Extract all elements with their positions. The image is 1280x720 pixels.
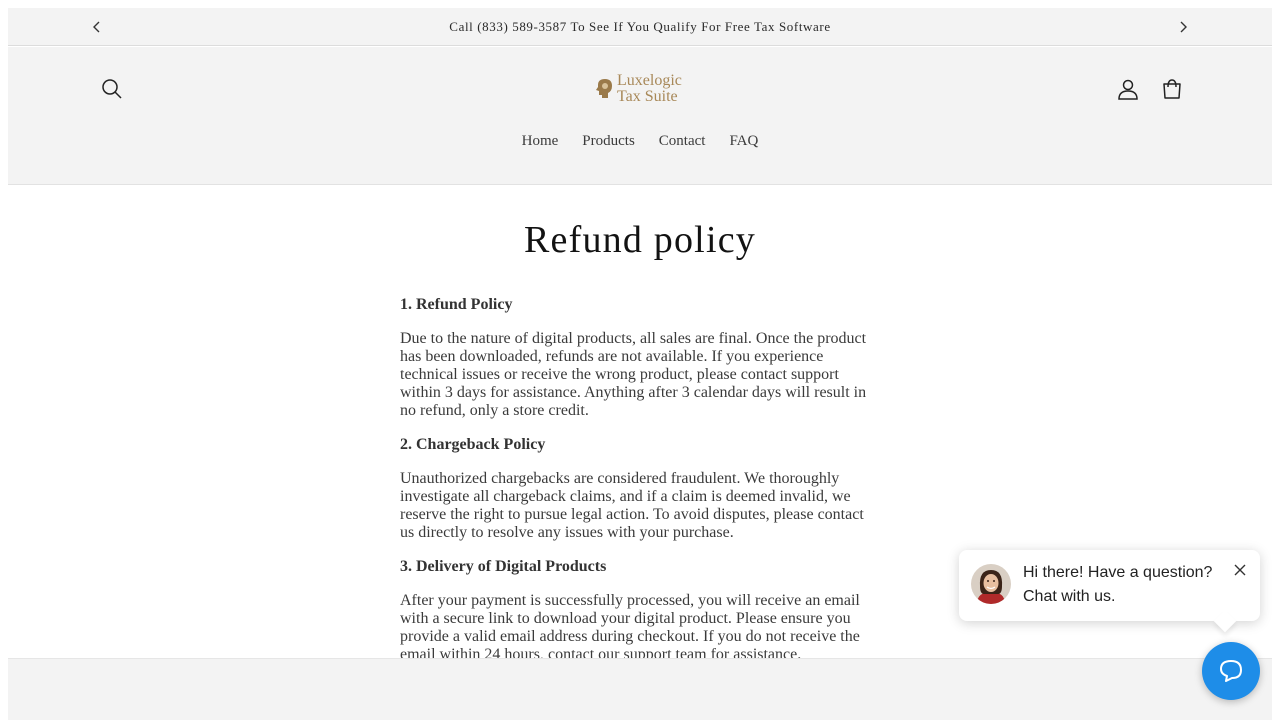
announcement-bar: Call (833) 589-3587 To See If You Qualif… xyxy=(8,8,1272,46)
main-nav: Home Products Contact FAQ xyxy=(8,133,1272,150)
chat-message: Hi there! Have a question? Chat with us. xyxy=(1023,564,1213,605)
chat-popup[interactable]: Hi there! Have a question? Chat with us. xyxy=(959,550,1260,621)
policy-content: 1. Refund Policy Due to the nature of di… xyxy=(400,296,874,680)
footer-strip xyxy=(8,658,1272,720)
section-body: After your payment is successfully proce… xyxy=(400,592,860,663)
account-button[interactable] xyxy=(1112,73,1144,105)
section-heading: 3. Delivery of Digital Products xyxy=(400,558,607,575)
chevron-right-icon xyxy=(1180,21,1187,33)
search-button[interactable] xyxy=(96,73,128,105)
logo-line-1: Luxelogic xyxy=(617,72,682,89)
cart-button[interactable] xyxy=(1156,73,1188,105)
nav-products[interactable]: Products xyxy=(582,133,635,150)
logo-line-2: Tax Suite xyxy=(617,88,678,105)
nav-home[interactable]: Home xyxy=(522,133,559,150)
account-icon xyxy=(1118,79,1138,100)
close-icon xyxy=(1234,564,1246,576)
section-body: Unauthorized chargebacks are considered … xyxy=(400,470,864,541)
search-icon xyxy=(102,79,122,99)
logo-mark-icon xyxy=(596,79,612,98)
chat-launcher-button[interactable] xyxy=(1202,642,1260,700)
section-body: Due to the nature of digital products, a… xyxy=(400,330,867,419)
section-heading: 2. Chargeback Policy xyxy=(400,436,546,453)
section-heading: 1. Refund Policy xyxy=(400,296,513,313)
chevron-left-icon xyxy=(93,21,100,33)
site-logo[interactable]: Luxelogic Tax Suite xyxy=(594,71,694,107)
chat-bubble-icon xyxy=(1220,660,1242,682)
announcement-text: Call (833) 589-3587 To See If You Qualif… xyxy=(449,18,831,34)
page-title: Refund policy xyxy=(524,219,756,261)
chat-close-button[interactable] xyxy=(1232,562,1248,578)
cart-icon xyxy=(1163,79,1181,99)
announcement-next-button[interactable] xyxy=(1173,17,1193,37)
site-header: Luxelogic Tax Suite Home Products Contac… xyxy=(8,47,1272,185)
nav-faq[interactable]: FAQ xyxy=(729,133,758,150)
announcement-prev-button[interactable] xyxy=(87,17,107,37)
agent-avatar xyxy=(971,564,1011,604)
nav-contact[interactable]: Contact xyxy=(659,133,706,150)
